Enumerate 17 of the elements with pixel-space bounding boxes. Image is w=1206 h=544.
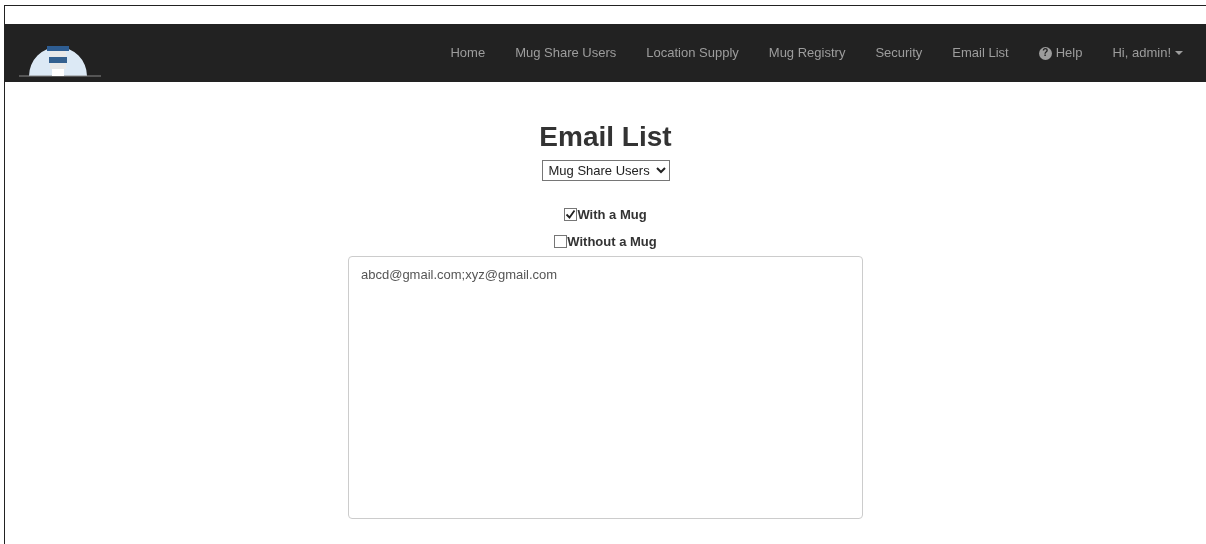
checkbox-label: With a Mug — [577, 205, 647, 224]
email-textarea[interactable]: abcd@gmail.com;xyz@gmail.com — [348, 255, 863, 519]
nav-link[interactable]: Location Supply — [631, 43, 754, 63]
page-title: Email List — [539, 120, 672, 154]
nav-link[interactable]: Mug Share Users — [500, 43, 632, 63]
caret-icon — [1175, 51, 1183, 55]
checkbox[interactable] — [554, 235, 568, 249]
list-select[interactable]: Mug Share Users — [541, 159, 670, 181]
nav-link[interactable]: Mug Registry — [753, 43, 861, 63]
nav-link[interactable]: Email List — [937, 43, 1024, 63]
nav-link[interactable]: Security — [860, 43, 938, 63]
user-menu[interactable]: Hi, admin! — [1097, 43, 1198, 63]
checkbox[interactable] — [564, 207, 578, 221]
checkbox-label: Without a Mug — [567, 233, 657, 252]
nav-link[interactable]: Home — [435, 43, 501, 63]
help-icon: ? — [1038, 46, 1052, 60]
nav-link[interactable]: ? Help — [1023, 43, 1098, 63]
